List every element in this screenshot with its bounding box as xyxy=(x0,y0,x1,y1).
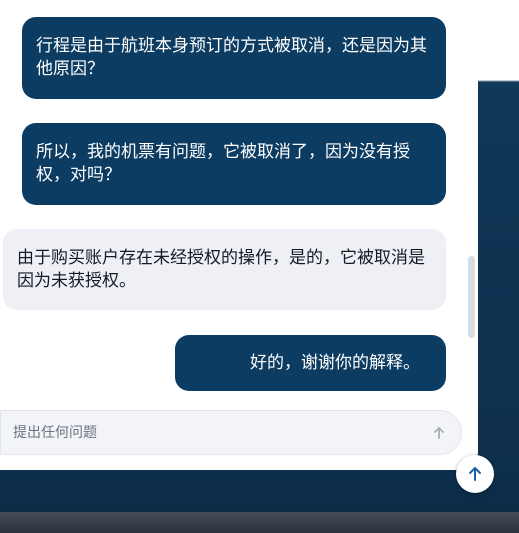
assistant-message: 由于购买账户存在未经授权的操作，是的，它被取消是因为未获授权。 xyxy=(3,229,446,310)
arrow-up-icon xyxy=(434,427,444,439)
user-message: 好的，谢谢你的解释。 xyxy=(175,335,446,391)
message-input[interactable] xyxy=(13,424,393,441)
user-message: 所以，我的机票有问题，它被取消了，因为没有授权，对吗？ xyxy=(22,123,446,205)
arrow-up-icon xyxy=(469,467,481,481)
scrollbar-thumb[interactable] xyxy=(468,256,475,338)
scroll-to-bottom-button[interactable] xyxy=(456,455,494,493)
message-composer xyxy=(0,410,462,455)
bottom-strip xyxy=(0,512,519,533)
message-text: 由于购买账户存在未经授权的操作，是的，它被取消是因为未获授权。 xyxy=(17,247,425,291)
message-text: 好的，谢谢你的解释。 xyxy=(250,352,420,373)
background-right xyxy=(478,0,519,533)
user-message: 行程是由于航班本身预订的方式被取消，还是因为其他原因？ xyxy=(22,17,446,99)
chat-panel: 行程是由于航班本身预订的方式被取消，还是因为其他原因？ 所以，我的机票有问题，它… xyxy=(0,0,478,470)
message-text: 所以，我的机票有问题，它被取消了，因为没有授权，对吗？ xyxy=(36,142,410,185)
message-text: 行程是由于航班本身预订的方式被取消，还是因为其他原因？ xyxy=(36,36,427,79)
send-button[interactable] xyxy=(429,423,449,443)
